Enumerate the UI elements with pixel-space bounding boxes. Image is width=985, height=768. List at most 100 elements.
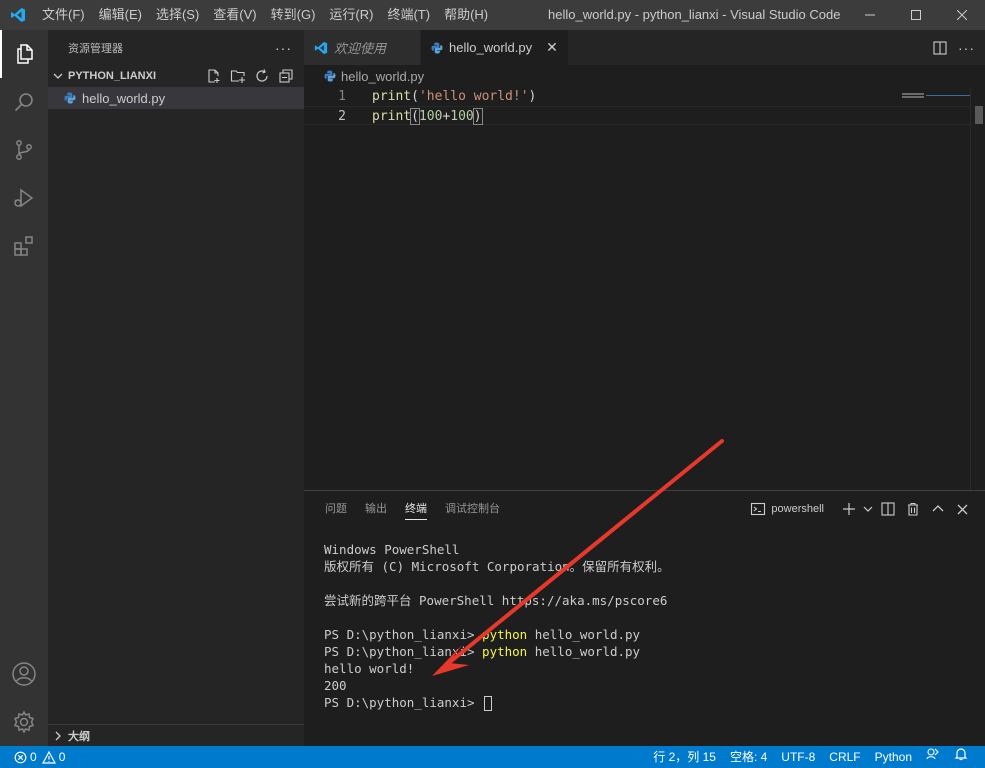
terminal-output[interactable]: Windows PowerShell 版权所有 (C) Microsoft Cor…: [324, 541, 670, 711]
code-token: ): [528, 89, 537, 104]
outline-section-header[interactable]: 大纲: [48, 724, 304, 746]
terminal-prompt: PS D:\python_lianxi>: [324, 627, 483, 642]
terminal-line: hello world!: [324, 661, 415, 676]
close-panel-button[interactable]: [950, 491, 975, 527]
file-tree-item[interactable]: hello_world.py: [48, 87, 304, 109]
window-controls: [847, 0, 985, 30]
editor-scroll-thumb[interactable]: [975, 106, 983, 124]
language-mode[interactable]: Python: [868, 746, 919, 768]
menu-item[interactable]: 编辑(E): [92, 0, 149, 30]
tab-hello-world[interactable]: hello_world.py ✕: [421, 30, 569, 65]
minimap[interactable]: [902, 87, 970, 98]
run-debug-icon[interactable]: [0, 174, 48, 222]
bottom-panel: 问题 输出 终端 调试控制台 powershell Windows PowerShel…: [304, 490, 985, 746]
encoding[interactable]: UTF-8: [774, 746, 822, 768]
terminal-line: Windows PowerShell: [324, 542, 460, 557]
breadcrumb: hello_world.py: [304, 65, 985, 87]
python-file-icon: [324, 70, 336, 82]
close-icon: [957, 10, 967, 20]
error-count: 0: [30, 750, 37, 764]
plus-icon: [842, 503, 855, 515]
code-token: (: [410, 108, 420, 125]
terminal-cursor: [484, 696, 493, 711]
python-file-icon: [64, 92, 76, 104]
terminal-line: 尝试新的跨平台 PowerShell https://aka.ms/pscore…: [324, 593, 668, 608]
terminal-shell-icon[interactable]: [750, 501, 766, 517]
editor-actions: ···: [932, 30, 975, 65]
vscode-logo-icon: [0, 0, 35, 30]
status-bar: 0 0 行 2，列 15 空格: 4 UTF-8 CRLF Python: [0, 746, 985, 768]
menu-item[interactable]: 转到(G): [264, 0, 323, 30]
code-token: print: [372, 89, 412, 104]
warning-icon: [41, 750, 56, 764]
settings-gear-icon[interactable]: [0, 698, 48, 746]
account-icon[interactable]: [0, 650, 48, 698]
new-folder-icon[interactable]: [226, 65, 250, 87]
breadcrumb-file[interactable]: hello_world.py: [341, 69, 424, 84]
notifications-bell-icon[interactable]: [947, 746, 975, 768]
split-terminal-button[interactable]: [875, 491, 900, 527]
menu-item[interactable]: 运行(R): [322, 0, 380, 30]
terminal-dropdown-button[interactable]: [861, 491, 875, 527]
maximize-button[interactable]: [893, 0, 939, 30]
panel-tab[interactable]: 终端: [405, 491, 427, 527]
menu-item[interactable]: 文件(F): [35, 0, 92, 30]
cursor-position[interactable]: 行 2，列 15: [646, 746, 723, 768]
tab-label: 欢迎使用: [334, 41, 387, 56]
split-editor-icon[interactable]: [932, 40, 948, 56]
refresh-icon[interactable]: [250, 65, 274, 87]
code-token: 'hello world!': [418, 89, 529, 104]
editor-scrollbar[interactable]: [970, 87, 985, 490]
tab-welcome[interactable]: 欢迎使用: [304, 30, 422, 65]
kill-terminal-button[interactable]: [900, 491, 925, 527]
window-title: hello_world.py - python_lianxi - Visual …: [548, 7, 841, 22]
line-number: 2: [338, 109, 346, 124]
folder-section-header[interactable]: PYTHON_LIANXI: [48, 65, 304, 87]
menu-item[interactable]: 查看(V): [206, 0, 263, 30]
code-editor[interactable]: 1 print('hello world!') 2 print(100+100): [304, 87, 970, 487]
search-icon[interactable]: [0, 78, 48, 126]
title-bar: 文件(F) 编辑(E) 选择(S) 查看(V) 转到(G) 运行(R) 终端(T) 帮助(H)…: [0, 0, 985, 30]
close-icon: [957, 504, 968, 514]
activity-bar: [0, 30, 48, 746]
feedback-icon[interactable]: [919, 746, 947, 768]
collapse-all-icon[interactable]: [274, 65, 298, 87]
outline-label: 大纲: [68, 730, 90, 743]
more-actions-icon[interactable]: ···: [958, 40, 975, 56]
code-line[interactable]: 2 print(100+100): [304, 106, 970, 125]
code-token: 100: [418, 109, 443, 124]
sidebar-header: 资源管理器 ···: [48, 30, 304, 65]
terminal-line: 版权所有 (C) Microsoft Corporation。保留所有权利。: [324, 559, 670, 574]
folder-actions: [202, 65, 298, 87]
close-tab-icon[interactable]: ✕: [546, 39, 558, 56]
terminal-shell-name[interactable]: powershell: [771, 503, 824, 515]
panel-tab[interactable]: 问题: [325, 491, 347, 527]
menu-bar: 文件(F) 编辑(E) 选择(S) 查看(V) 转到(G) 运行(R) 终端(T) 帮助(H): [35, 0, 495, 30]
terminal-args: hello_world.py: [527, 644, 641, 659]
extensions-icon[interactable]: [0, 222, 48, 270]
terminal-prompt: PS D:\python_lianxi>: [324, 644, 483, 659]
status-bar-right: 行 2，列 15 空格: 4 UTF-8 CRLF Python: [646, 746, 975, 768]
close-window-button[interactable]: [939, 0, 985, 30]
line-ending[interactable]: CRLF: [822, 746, 867, 768]
panel-tab[interactable]: 输出: [365, 491, 387, 527]
indentation[interactable]: 空格: 4: [723, 746, 774, 768]
new-terminal-button[interactable]: [836, 491, 861, 527]
minimize-button[interactable]: [847, 0, 893, 30]
problems-indicator[interactable]: 0 0: [0, 746, 65, 768]
maximize-panel-button[interactable]: [925, 491, 950, 527]
code-line[interactable]: 1 print('hello world!'): [304, 87, 970, 106]
explorer-icon[interactable]: [0, 30, 48, 78]
error-icon: [14, 751, 27, 763]
tab-label: hello_world.py: [449, 40, 533, 55]
source-control-icon[interactable]: [0, 126, 48, 174]
menu-item[interactable]: 帮助(H): [437, 0, 495, 30]
more-actions-icon[interactable]: ···: [275, 40, 292, 56]
panel-tab[interactable]: 调试控制台: [445, 491, 500, 527]
new-file-icon[interactable]: [202, 65, 226, 87]
warning-count: 0: [58, 750, 66, 764]
menu-item[interactable]: 选择(S): [149, 0, 206, 30]
terminal-command: python: [482, 644, 528, 659]
menu-item[interactable]: 终端(T): [380, 0, 437, 30]
